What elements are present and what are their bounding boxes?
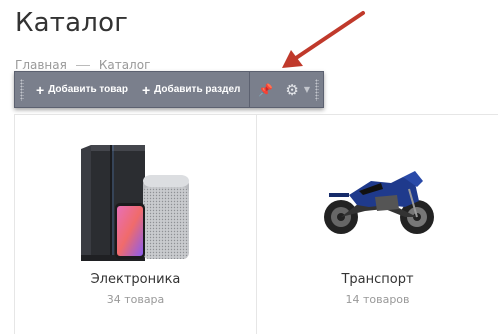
category-card-transport[interactable]: Транспорт 14 товаров xyxy=(257,115,498,334)
panel-divider xyxy=(249,71,251,108)
add-product-button[interactable]: + Добавить товар xyxy=(36,83,128,97)
caret-down-icon[interactable]: ▼ xyxy=(304,85,310,94)
electronics-image xyxy=(81,145,189,261)
breadcrumb-separator xyxy=(75,64,90,66)
pin-icon[interactable]: 📌 xyxy=(258,83,273,97)
motorcycle-image xyxy=(324,171,434,234)
plus-icon: + xyxy=(141,81,151,98)
page-title: Каталог xyxy=(15,8,129,38)
plus-icon: + xyxy=(36,81,45,98)
category-name[interactable]: Электроника xyxy=(15,272,256,287)
breadcrumb-home-link[interactable]: Главная xyxy=(15,58,67,72)
add-section-button[interactable]: + Добавить раздел xyxy=(142,83,240,97)
gear-icon[interactable]: ⚙ xyxy=(285,81,298,99)
drag-handle[interactable] xyxy=(20,78,24,101)
drag-handle-right[interactable] xyxy=(315,78,319,101)
category-grid: Электроника 34 товара Транспорт 14 товар… xyxy=(14,114,498,334)
breadcrumb-catalog-link[interactable]: Каталог xyxy=(99,58,151,72)
breadcrumb: Главная Каталог xyxy=(15,58,150,72)
category-count: 14 товаров xyxy=(345,293,410,306)
category-name[interactable]: Транспорт xyxy=(257,272,498,287)
admin-panel: + Добавить товар + Добавить раздел 📌 ⚙ ▼ xyxy=(14,71,324,108)
category-count: 34 товара xyxy=(106,293,165,306)
category-card-electronics[interactable]: Электроника 34 товара xyxy=(15,115,257,334)
add-product-label: Добавить товар xyxy=(48,84,128,95)
add-section-label: Добавить раздел xyxy=(154,84,241,95)
